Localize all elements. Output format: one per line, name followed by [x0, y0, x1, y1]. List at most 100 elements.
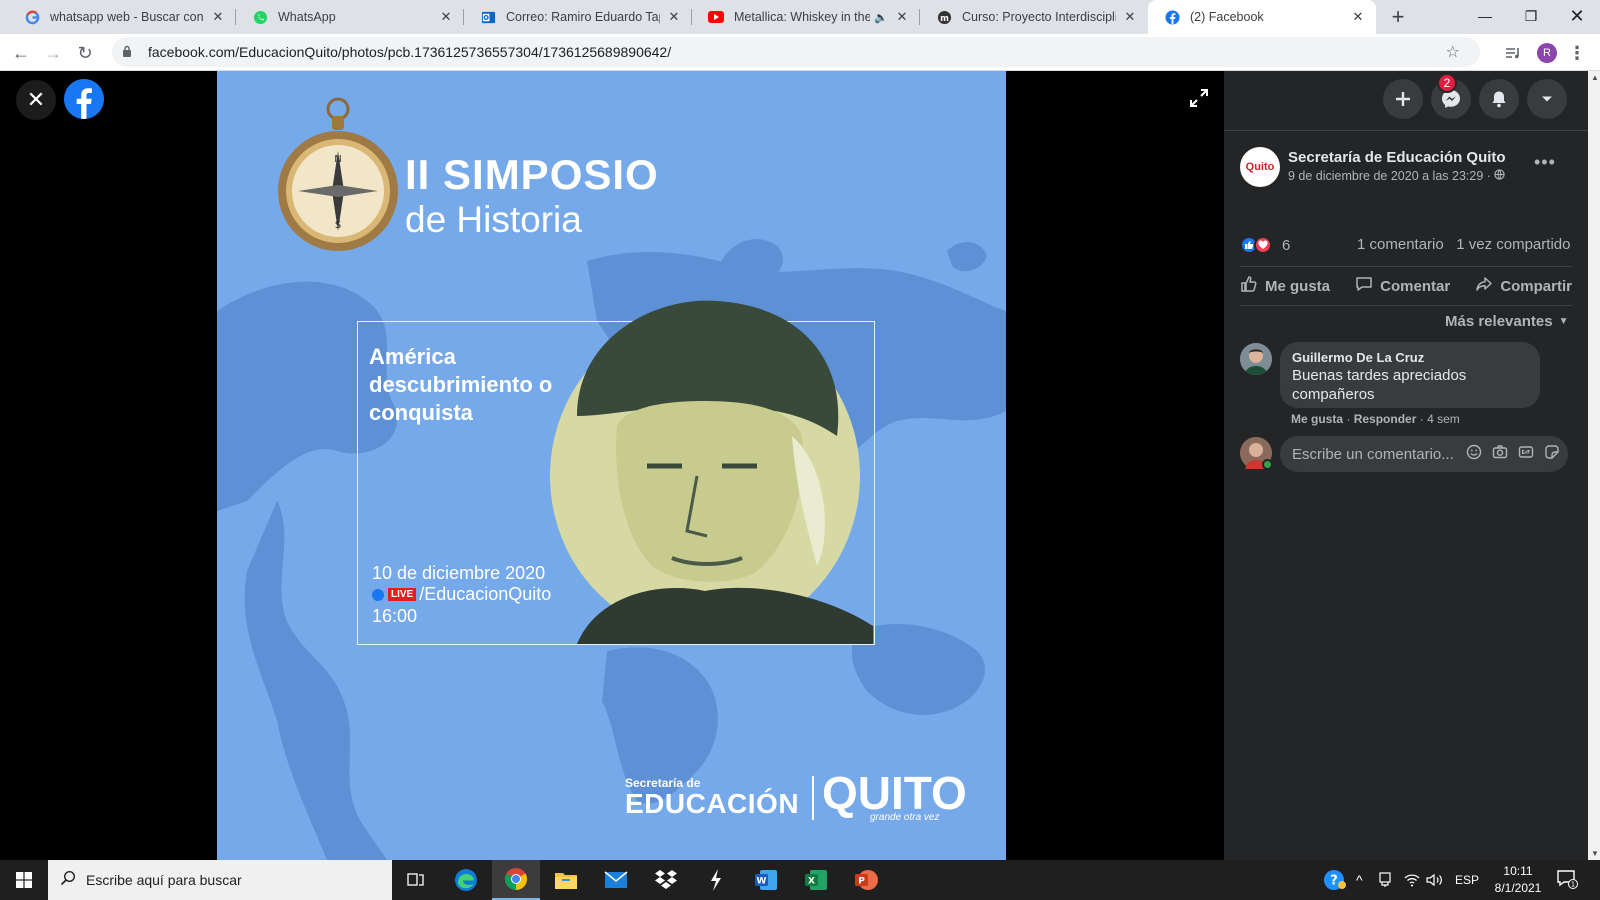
post-action-bar: Me gusta Comentar Compartir — [1240, 266, 1572, 306]
camera-icon[interactable] — [1492, 444, 1508, 463]
tab-whatsapp[interactable]: WhatsApp ✕ — [236, 0, 464, 34]
wifi-icon[interactable] — [1404, 860, 1420, 900]
comments-count-link[interactable]: 1 comentario — [1357, 236, 1444, 253]
avatar[interactable] — [1240, 343, 1272, 375]
close-icon[interactable]: ✕ — [438, 9, 454, 25]
compass-graphic: N S — [278, 97, 398, 251]
comment-button[interactable]: Comentar — [1355, 275, 1450, 298]
taskbar-app-bolt[interactable] — [692, 860, 740, 900]
close-icon[interactable]: ✕ — [1350, 9, 1366, 25]
taskbar-mail[interactable] — [592, 860, 640, 900]
tab-title: Metallica: Whiskey in the Jar — [734, 10, 871, 24]
chevron-up-icon[interactable]: ^ — [1356, 860, 1363, 900]
fullscreen-icon[interactable] — [1186, 85, 1212, 111]
comment-age[interactable]: 4 sem — [1427, 412, 1460, 426]
media-control-icon[interactable] — [1500, 40, 1526, 66]
svg-text:S: S — [335, 220, 341, 231]
menu-kebab-icon[interactable]: ⋮ — [1566, 40, 1588, 66]
windows-logo-icon — [16, 872, 32, 888]
scrollbar[interactable]: ▲ ▼ — [1588, 71, 1600, 860]
taskbar-edge[interactable] — [442, 860, 490, 900]
lock-icon — [122, 45, 138, 60]
reload-button[interactable]: ↻ — [72, 40, 98, 66]
comment-like-link[interactable]: Me gusta — [1291, 412, 1343, 426]
taskbar-excel[interactable]: X — [792, 860, 840, 900]
close-icon[interactable]: ✕ — [210, 9, 226, 25]
event-date: 10 de diciembre 2020 — [372, 563, 546, 583]
taskbar-chrome[interactable] — [492, 860, 540, 900]
facebook-icon — [372, 588, 384, 601]
language-indicator[interactable]: ESP — [1455, 860, 1479, 900]
action-center-icon[interactable]: 1 — [1556, 868, 1580, 892]
taskbar-word[interactable]: W — [742, 860, 790, 900]
help-icon[interactable]: ? — [1323, 860, 1347, 900]
powerpoint-icon: P — [855, 870, 878, 890]
taskbar-search-box[interactable]: Escribe aquí para buscar — [48, 860, 392, 900]
comment-reply-link[interactable]: Responder — [1354, 412, 1417, 426]
forward-button[interactable]: → — [40, 40, 66, 66]
facebook-logo-icon[interactable] — [64, 79, 104, 119]
comment-meta: Me gusta · Responder · 4 sem — [1291, 412, 1460, 426]
network-adapter-icon[interactable] — [1378, 860, 1392, 900]
youtube-icon — [708, 9, 724, 25]
maximize-button[interactable]: ❐ — [1508, 0, 1554, 32]
comment-author-link[interactable]: Guillermo De La Cruz — [1292, 350, 1528, 365]
share-button[interactable]: Compartir — [1475, 275, 1572, 298]
task-view-button[interactable] — [392, 860, 440, 900]
volume-icon[interactable] — [1426, 860, 1444, 900]
windows-start-button[interactable] — [0, 860, 48, 900]
minimize-button[interactable]: — — [1462, 0, 1508, 32]
tab-title: Correo: Ramiro Eduardo Tapia — [506, 10, 660, 24]
scroll-down-icon[interactable]: ▼ — [1591, 849, 1599, 858]
close-viewer-button[interactable]: ✕ — [16, 80, 56, 120]
folder-icon — [555, 873, 577, 889]
tab-facebook[interactable]: (2) Facebook ✕ — [1148, 0, 1376, 34]
reaction-summary[interactable]: 6 — [1240, 236, 1290, 254]
gif-icon[interactable] — [1518, 444, 1534, 463]
taskbar-file-explorer[interactable] — [542, 860, 590, 900]
event-live-handle: LIVE /EducacionQuito — [372, 584, 551, 605]
bell-icon — [1492, 91, 1506, 108]
close-window-button[interactable]: ✕ — [1554, 0, 1600, 32]
tab-strip: whatsapp web - Buscar con Google ✕ Whats… — [0, 0, 1600, 34]
close-icon[interactable]: ✕ — [1122, 9, 1138, 25]
notifications-button[interactable] — [1479, 79, 1519, 119]
tab-youtube[interactable]: Metallica: Whiskey in the Jar 🔈 ✕ — [692, 0, 920, 34]
like-button[interactable]: Me gusta — [1240, 275, 1330, 298]
bookmark-star-icon[interactable]: ☆ — [1446, 42, 1460, 62]
account-menu-button[interactable] — [1527, 79, 1567, 119]
tab-outlook[interactable]: Correo: Ramiro Eduardo Tapia ✕ — [464, 0, 692, 34]
tab-google-search[interactable]: whatsapp web - Buscar con Google ✕ — [8, 0, 236, 34]
taskbar-search-placeholder: Escribe aquí para buscar — [86, 872, 242, 888]
taskbar-dropbox[interactable] — [642, 860, 690, 900]
create-button[interactable] — [1383, 79, 1423, 119]
edge-icon — [455, 869, 477, 891]
brand-big-text: EDUCACIÓN — [625, 788, 800, 819]
taskbar-clock[interactable]: 10:11 8/1/2021 — [1488, 863, 1548, 897]
address-bar[interactable]: facebook.com/EducacionQuito/photos/pcb.1… — [112, 37, 1480, 67]
shares-count-link[interactable]: 1 vez compartido — [1456, 236, 1570, 253]
close-icon[interactable]: ✕ — [666, 9, 682, 25]
poster-subtitle: de Historia — [405, 199, 582, 240]
url-text: facebook.com/EducacionQuito/photos/pcb.1… — [148, 44, 672, 60]
post-timestamp[interactable]: 9 de diciembre de 2020 a las 23:29 · — [1288, 169, 1506, 183]
page-name-link[interactable]: Secretaría de Educación Quito — [1288, 149, 1506, 166]
scroll-up-icon[interactable]: ▲ — [1591, 73, 1599, 82]
comment-input[interactable]: Escribe un comentario... — [1280, 436, 1568, 472]
speaker-icon[interactable]: 🔈 — [874, 11, 888, 24]
back-button[interactable]: ← — [8, 40, 34, 66]
close-icon[interactable]: ✕ — [894, 9, 910, 25]
more-options-icon[interactable]: ••• — [1534, 152, 1556, 173]
comment-sort-dropdown[interactable]: Más relevantes ▼ — [1445, 313, 1568, 330]
svg-text:N: N — [334, 154, 341, 165]
emoji-icon[interactable] — [1466, 444, 1482, 463]
new-tab-button[interactable]: + — [1386, 4, 1410, 29]
lightning-icon — [711, 869, 721, 891]
live-badge: LIVE — [388, 588, 417, 601]
taskbar-powerpoint[interactable]: P — [842, 860, 890, 900]
profile-button[interactable]: R — [1534, 40, 1560, 66]
page-avatar[interactable]: Quito — [1240, 147, 1280, 187]
tab-moodle[interactable]: m Curso: Proyecto Interdisciplinar ✕ — [920, 0, 1148, 34]
sticker-icon[interactable] — [1544, 444, 1560, 463]
comment-bubble-icon — [1355, 275, 1373, 298]
